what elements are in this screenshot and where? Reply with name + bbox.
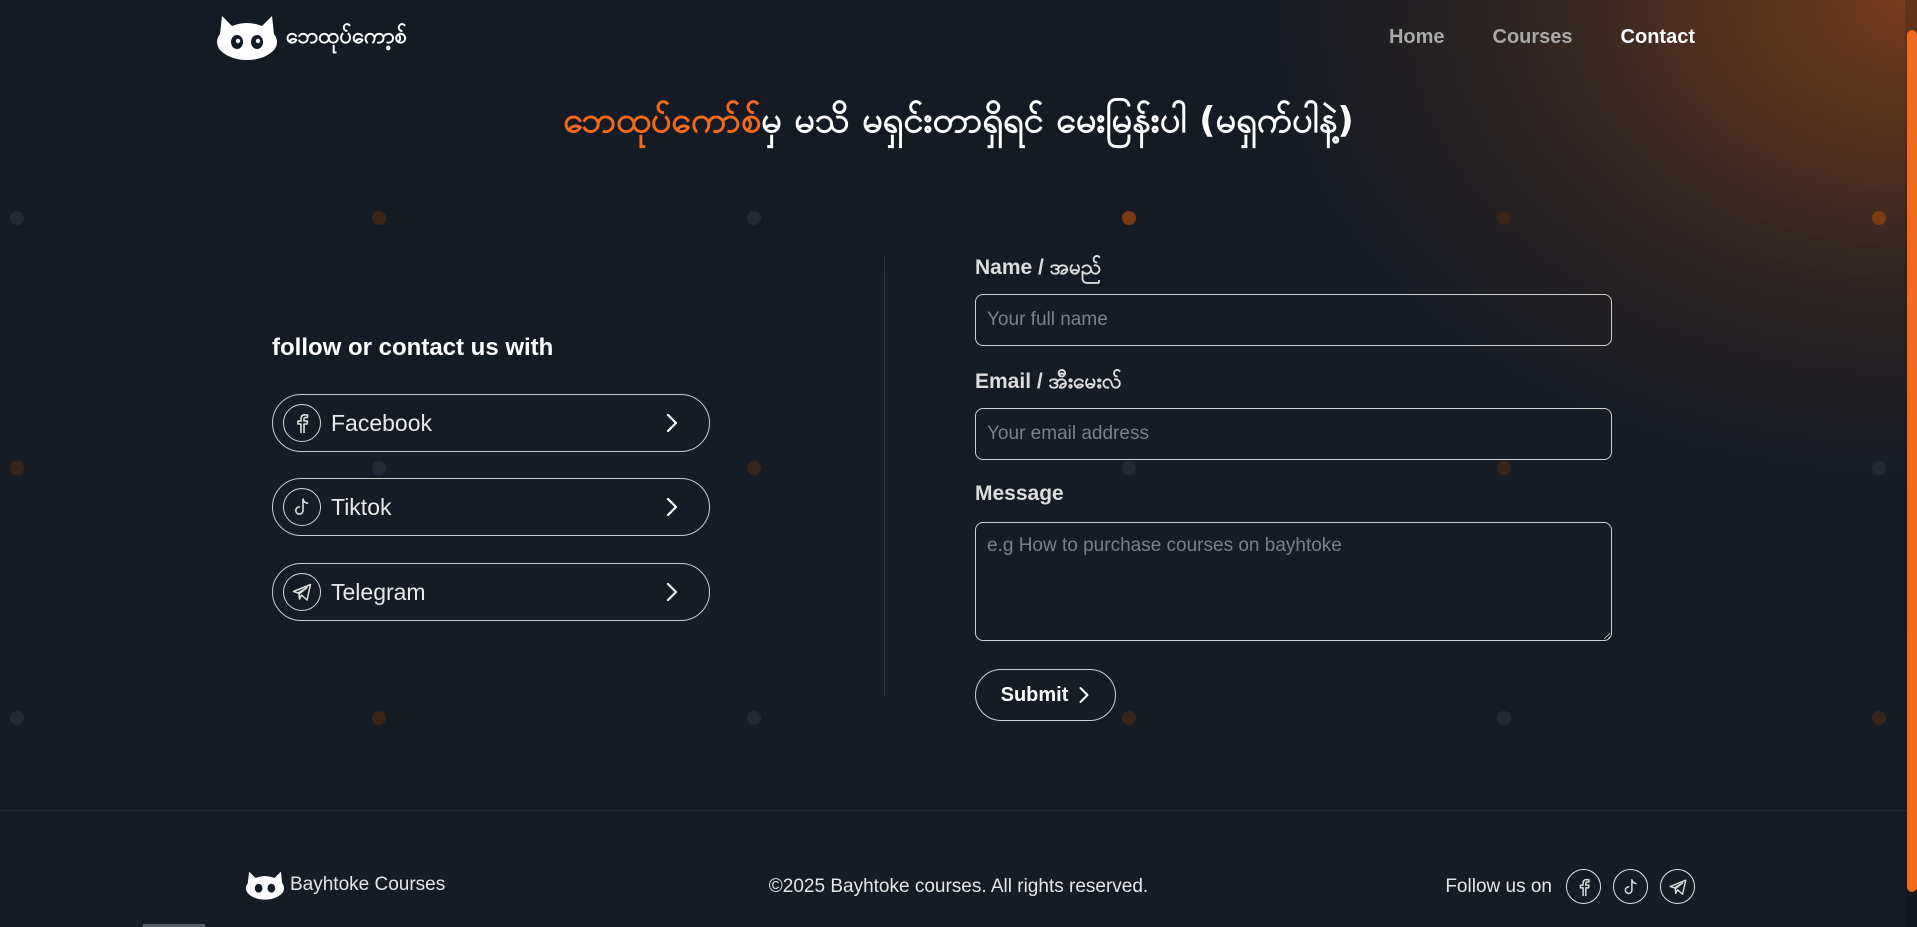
chevron-right-icon [665,496,679,518]
follow-us-label: Follow us on [1445,875,1552,897]
nav-home[interactable]: Home [1389,26,1445,49]
main-nav: Home Courses Contact [1389,26,1695,49]
telegram-link-button[interactable]: Telegram [272,563,710,621]
footer-divider [0,810,1917,811]
facebook-icon [283,404,321,442]
footer-telegram-link[interactable] [1660,869,1695,904]
headline-brand: ဘေထုပ်ကော်စ် [563,100,762,141]
headline-text: မှ မသိ မရှင်းတာရှိရင် မေးမြန်းပါ (မရှက်ပ… [761,100,1354,141]
site-logo[interactable]: ဘေထုပ်ကော့စ် [214,12,407,62]
nav-courses[interactable]: Courses [1493,26,1573,49]
email-label: Email / အီးမေးလ် [975,370,1122,393]
facebook-label: Facebook [331,409,433,436]
tiktok-icon [1624,878,1637,894]
page-headline: ဘေထုပ်ကော်စ်မှ မသိ မရှင်းတာရှိရင် မေးမြန… [0,96,1917,150]
cat-logo-icon [217,16,277,60]
chevron-right-icon [665,581,679,603]
tiktok-label: Tiktok [331,493,392,520]
tiktok-icon [283,488,321,526]
footer-facebook-link[interactable] [1566,869,1601,904]
submit-label: Submit [1000,683,1069,706]
chevron-right-icon [1079,687,1089,703]
contact-links-title: follow or contact us with [272,334,554,361]
footer-tiktok-link[interactable] [1613,869,1648,904]
submit-button[interactable]: Submit [975,669,1116,721]
name-label: Name / အမည် [975,256,1102,279]
footer-social: Follow us on [1445,869,1695,904]
facebook-icon [1579,878,1590,896]
telegram-label: Telegram [331,578,426,605]
column-divider [884,256,885,696]
telegram-icon [283,573,321,611]
email-input[interactable] [975,408,1612,460]
facebook-link-button[interactable]: Facebook [272,394,710,452]
tiktok-link-button[interactable]: Tiktok [272,478,710,536]
telegram-icon [1669,879,1686,895]
message-label: Message [975,482,1064,505]
name-input[interactable] [975,294,1612,346]
chevron-right-icon [665,412,679,434]
logo-text: ဘေထုပ်ကော့စ် [286,23,407,49]
nav-contact[interactable]: Contact [1621,26,1695,49]
message-textarea[interactable] [975,522,1612,641]
scrollbar-thumb[interactable] [1907,30,1917,892]
